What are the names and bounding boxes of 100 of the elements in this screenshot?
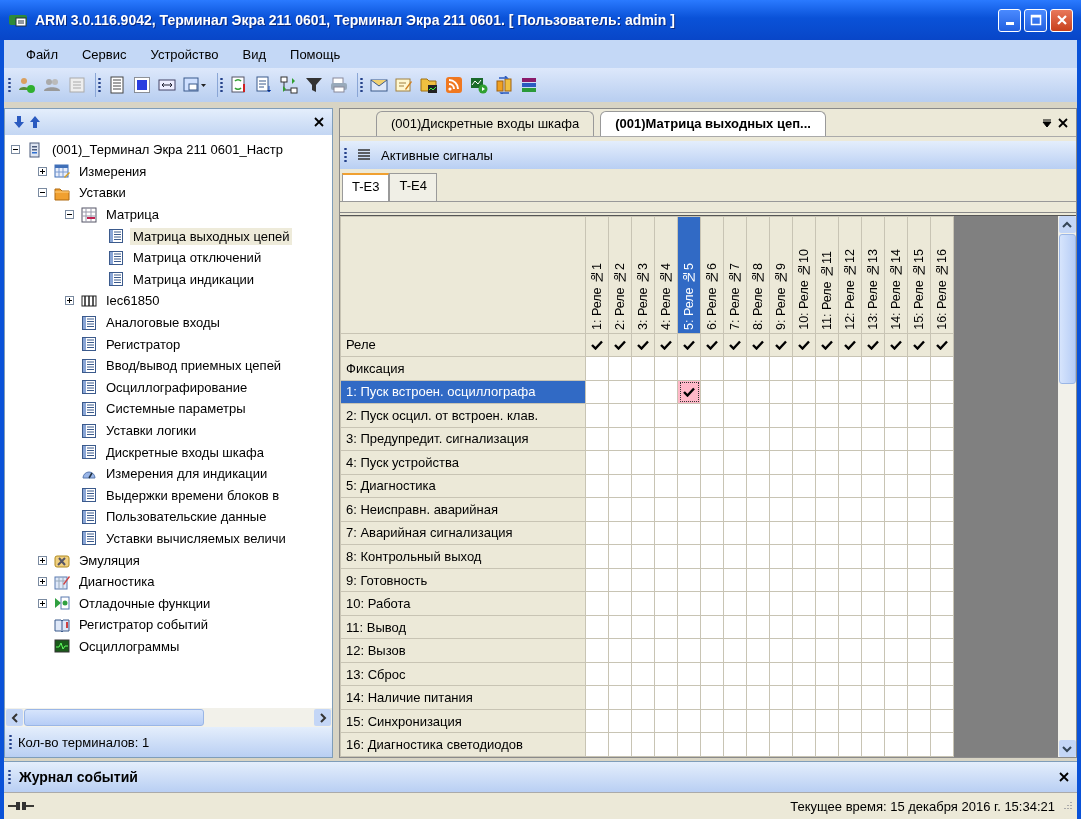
tree-arrows-icon[interactable] [280,76,298,94]
column-header[interactable]: 10: Реле №10 [792,216,816,334]
row-header[interactable]: 7: Аварийная сигнализация [340,521,586,545]
columns-icon[interactable] [158,76,176,94]
row-header[interactable]: 1: Пуск встроен. осциллографа [340,380,586,404]
tree-item[interactable]: Матрица [103,206,163,224]
document-tab[interactable]: (001)Дискретные входы шкафа [376,111,595,136]
row-header[interactable]: 2: Пуск осцил. от встроен. клав. [340,403,586,428]
row-header[interactable]: 16: Диагностика светодиодов [340,732,586,757]
expander-icon[interactable] [65,210,74,220]
column-header[interactable]: 9: Реле №9 [769,216,793,334]
row-header[interactable]: 12: Вызов [340,638,586,663]
tree-item[interactable]: Ввод/вывод приемных цепей [103,357,285,375]
column-header[interactable]: 14: Реле №14 [884,216,908,334]
maximize-button[interactable] [1024,8,1047,32]
scroll-up-icon[interactable] [1062,220,1072,229]
column-header[interactable]: 15: Реле №15 [907,216,931,334]
tree-item[interactable]: Уставки [76,184,129,202]
column-header[interactable]: 8: Реле №8 [746,216,770,334]
column-header[interactable]: 5: Реле №5 [677,216,701,334]
menu-item[interactable]: Сервис [69,44,139,64]
tree-item[interactable]: Выдержки времени блоков в [103,486,283,504]
users-icon[interactable] [43,76,61,94]
expander-icon[interactable] [38,555,47,565]
envelope-icon[interactable] [370,76,388,94]
tree-item[interactable]: Матрица индикации [130,270,258,288]
column-header[interactable]: 3: Реле №3 [631,216,655,334]
tree-item[interactable]: Эмуляция [76,551,143,569]
expander-icon[interactable] [38,598,47,608]
menu-item[interactable]: Помощь [278,44,353,64]
expander-icon[interactable] [65,296,74,306]
close-icon[interactable] [1058,117,1068,128]
menu-item[interactable]: Устройство [138,44,231,64]
column-header[interactable]: 13: Реле №13 [861,216,885,334]
close-icon[interactable] [314,117,324,127]
column-header[interactable]: 4: Реле №4 [654,216,678,334]
tree-item[interactable]: Регистратор событий [76,616,211,634]
arrow-up-icon[interactable] [29,115,41,129]
row-header[interactable]: 6: Неисправн. аварийная [340,497,586,522]
tree-item[interactable]: Дискретные входы шкафа [103,443,267,461]
filter-icon[interactable] [305,76,323,94]
scroll-down-icon[interactable] [1062,744,1072,753]
tree-item[interactable]: Измерения для индикации [103,465,271,483]
tree-item[interactable]: Осциллограммы [76,637,183,655]
tree-item[interactable]: Уставки логики [103,422,200,439]
window-dropdown-icon[interactable] [183,76,208,94]
document-refresh-icon[interactable] [230,76,248,94]
active-signals-button[interactable]: Активные сигналы [381,147,493,163]
tab[interactable]: T-E3 [342,173,390,201]
column-header[interactable]: 2: Реле №2 [608,216,632,334]
row-header[interactable]: 9: Готовность [340,568,586,592]
note-pencil-icon[interactable] [395,76,413,94]
menu-item[interactable]: Вид [230,44,279,64]
menu-item[interactable]: Файл [14,44,70,64]
list-icon[interactable] [108,76,126,94]
tree-item[interactable]: Пользовательские данные [103,508,270,526]
row-header[interactable]: 14: Наличие питания [340,685,586,710]
resize-grip-icon[interactable] [1061,800,1073,812]
expander-icon[interactable] [38,188,47,198]
document-tab[interactable]: (001)Матрица выходных цеп... [600,111,826,136]
row-header[interactable]: 11: Вывод [340,615,586,639]
rss-icon[interactable] [445,76,463,94]
tree-item[interactable]: Iec61850 [103,292,163,310]
tree-item[interactable]: (001)_Терминал Экра 211 0601_Настр [49,141,286,159]
row-header[interactable]: 5: Диагностика [340,474,586,498]
row-header[interactable]: Фиксация [340,356,586,381]
horizontal-scrollbar[interactable] [5,708,332,727]
tree-item[interactable]: Диагностика [76,573,158,591]
expander-icon[interactable] [38,166,47,176]
row-header[interactable]: 13: Сброс [340,662,586,686]
row-header[interactable]: 10: Работа [340,591,586,616]
tab[interactable]: T-E4 [389,173,437,201]
chart-play-icon[interactable] [470,76,488,94]
exchange-icon[interactable] [495,76,513,94]
users-refresh-icon[interactable] [18,76,36,94]
arrow-down-icon[interactable] [13,115,25,129]
tree-item[interactable]: Матрица выходных цепей [130,227,293,245]
tree-item[interactable]: Осциллографирование [103,378,251,396]
expander-icon[interactable] [11,145,20,155]
vertical-scrollbar[interactable] [1058,216,1076,757]
row-header[interactable]: 4: Пуск устройства [340,450,586,475]
close-button[interactable] [1050,8,1073,32]
tree-item[interactable]: Аналоговые входы [103,314,223,332]
column-header[interactable]: 1: Реле №1 [585,216,609,334]
column-header[interactable]: 6: Реле №6 [700,216,724,334]
row-header[interactable]: 15: Синхронизация [340,709,586,733]
row-header[interactable]: 8: Контрольный выход [340,544,586,569]
scroll-left-icon[interactable] [10,712,19,723]
column-header[interactable]: 12: Реле №12 [838,216,862,334]
close-icon[interactable] [1059,772,1069,782]
tree-item[interactable]: Уставки вычисляемых величи [103,530,289,547]
tree-item[interactable]: Регистратор [103,335,184,353]
expander-icon[interactable] [38,577,47,587]
column-header[interactable]: 11: Реле №11 [815,216,839,334]
printer-icon[interactable] [330,76,348,94]
dropdown-icon[interactable] [1042,117,1052,128]
tree-item[interactable]: Отладочные функции [76,594,214,612]
list-icon[interactable] [357,149,371,161]
books-icon[interactable] [520,76,538,94]
minimize-button[interactable] [998,8,1021,32]
